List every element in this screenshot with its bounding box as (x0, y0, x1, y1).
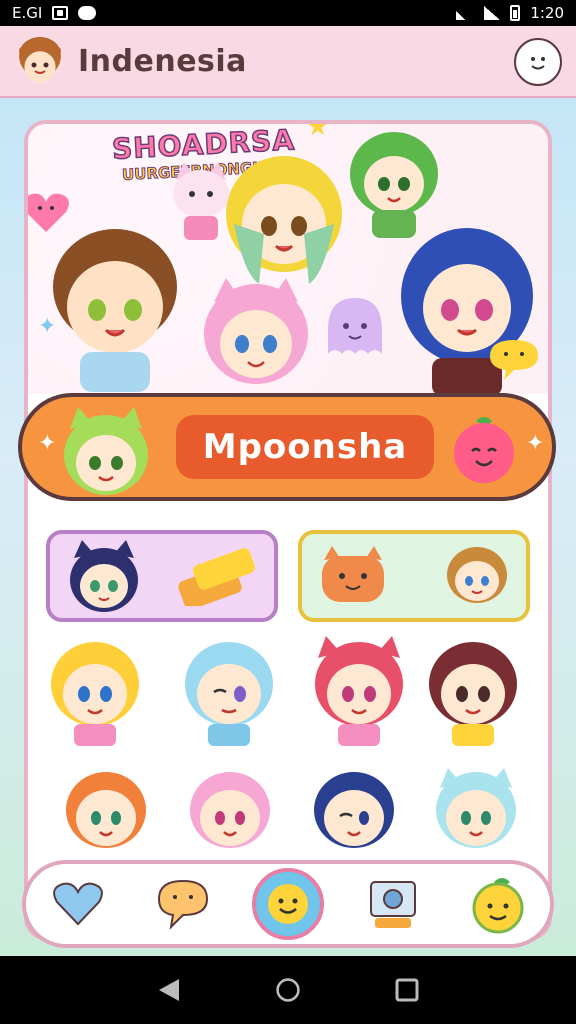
chat-bubble-icon (158, 879, 209, 930)
back-icon (159, 979, 180, 1001)
heart-icon (53, 882, 104, 926)
ghost-mascot-icon (320, 294, 390, 360)
signal-icon (484, 6, 501, 20)
camera-icon (369, 881, 416, 928)
sparkle-icon: ✦ (38, 314, 57, 339)
gift-box-icon (178, 548, 255, 606)
system-nav-bar (0, 956, 576, 1024)
banner-label: Mpoonsha (202, 427, 408, 467)
nav-fruit[interactable] (462, 868, 534, 940)
notification-icon (52, 6, 69, 20)
sticker-orange-hair[interactable] (56, 764, 166, 874)
sparkle-right-icon: ✦ (526, 431, 545, 456)
bottom-nav (22, 860, 554, 948)
status-left: E.GI (12, 4, 97, 22)
character-green-cat-boy (58, 405, 154, 501)
battery-icon (510, 5, 521, 21)
nav-center-button[interactable] (251, 868, 324, 940)
avatar-face-icon (19, 46, 61, 74)
game-icon (78, 6, 97, 20)
nav-home[interactable] (251, 868, 324, 940)
character-pink-cat[interactable] (166, 160, 236, 240)
nav-chat[interactable] (147, 868, 219, 940)
app-header: Indenesia (0, 26, 576, 98)
sticker-grid (30, 630, 540, 870)
feature-banner[interactable]: ✦ Mpoonsha ✦ (18, 393, 556, 501)
status-bar: E.GI 1:20 (0, 0, 576, 26)
wifi-icon (456, 6, 475, 20)
app-title: Indenesia (78, 43, 247, 79)
character-navy-cat-girl (70, 540, 138, 612)
home-icon (276, 978, 300, 1002)
back-button[interactable] (156, 977, 182, 1003)
character-pink-hair-girl[interactable] (196, 276, 316, 394)
fruit-icon (472, 878, 524, 934)
category-card-yellow[interactable] (298, 530, 530, 622)
status-right: 1:20 (456, 4, 564, 22)
clock: 1:20 (530, 4, 564, 22)
banner-pill[interactable]: Mpoonsha (176, 415, 434, 479)
sticker-red-hair[interactable] (304, 636, 414, 746)
category-card-purple[interactable] (46, 530, 278, 622)
hero-section: SHOADRSA UURGEFBNONGILI (28, 124, 548, 396)
sticker-pink-hair[interactable] (180, 764, 290, 874)
carrier-label: E.GI (12, 4, 43, 22)
smiley-icon (267, 884, 308, 924)
strawberry-mascot-icon (446, 413, 522, 485)
nav-heart[interactable] (42, 868, 114, 940)
nav-camera[interactable] (357, 868, 429, 940)
home-button[interactable] (275, 977, 301, 1003)
orange-cat-mascot-icon (322, 546, 384, 602)
character-brown-hair-girl-small (447, 547, 507, 603)
star-icon: ★ (306, 120, 330, 142)
sticker-navy-hair[interactable] (304, 764, 414, 874)
recents-button[interactable] (394, 977, 420, 1003)
sticker-maroon-hair[interactable] (418, 636, 528, 746)
smiley-face-icon (531, 57, 545, 70)
sticker-teal-hair[interactable] (426, 764, 536, 874)
profile-button[interactable] (514, 38, 562, 86)
sparkle-left-icon: ✦ (38, 431, 57, 456)
sticker-yellow-hair[interactable] (40, 636, 150, 746)
sticker-light-blue-hair[interactable] (174, 636, 284, 746)
app-avatar[interactable] (16, 37, 64, 85)
recents-icon (395, 978, 419, 1002)
heart-balloon-icon (28, 188, 74, 238)
chat-bubble-sticker-icon (484, 336, 544, 382)
